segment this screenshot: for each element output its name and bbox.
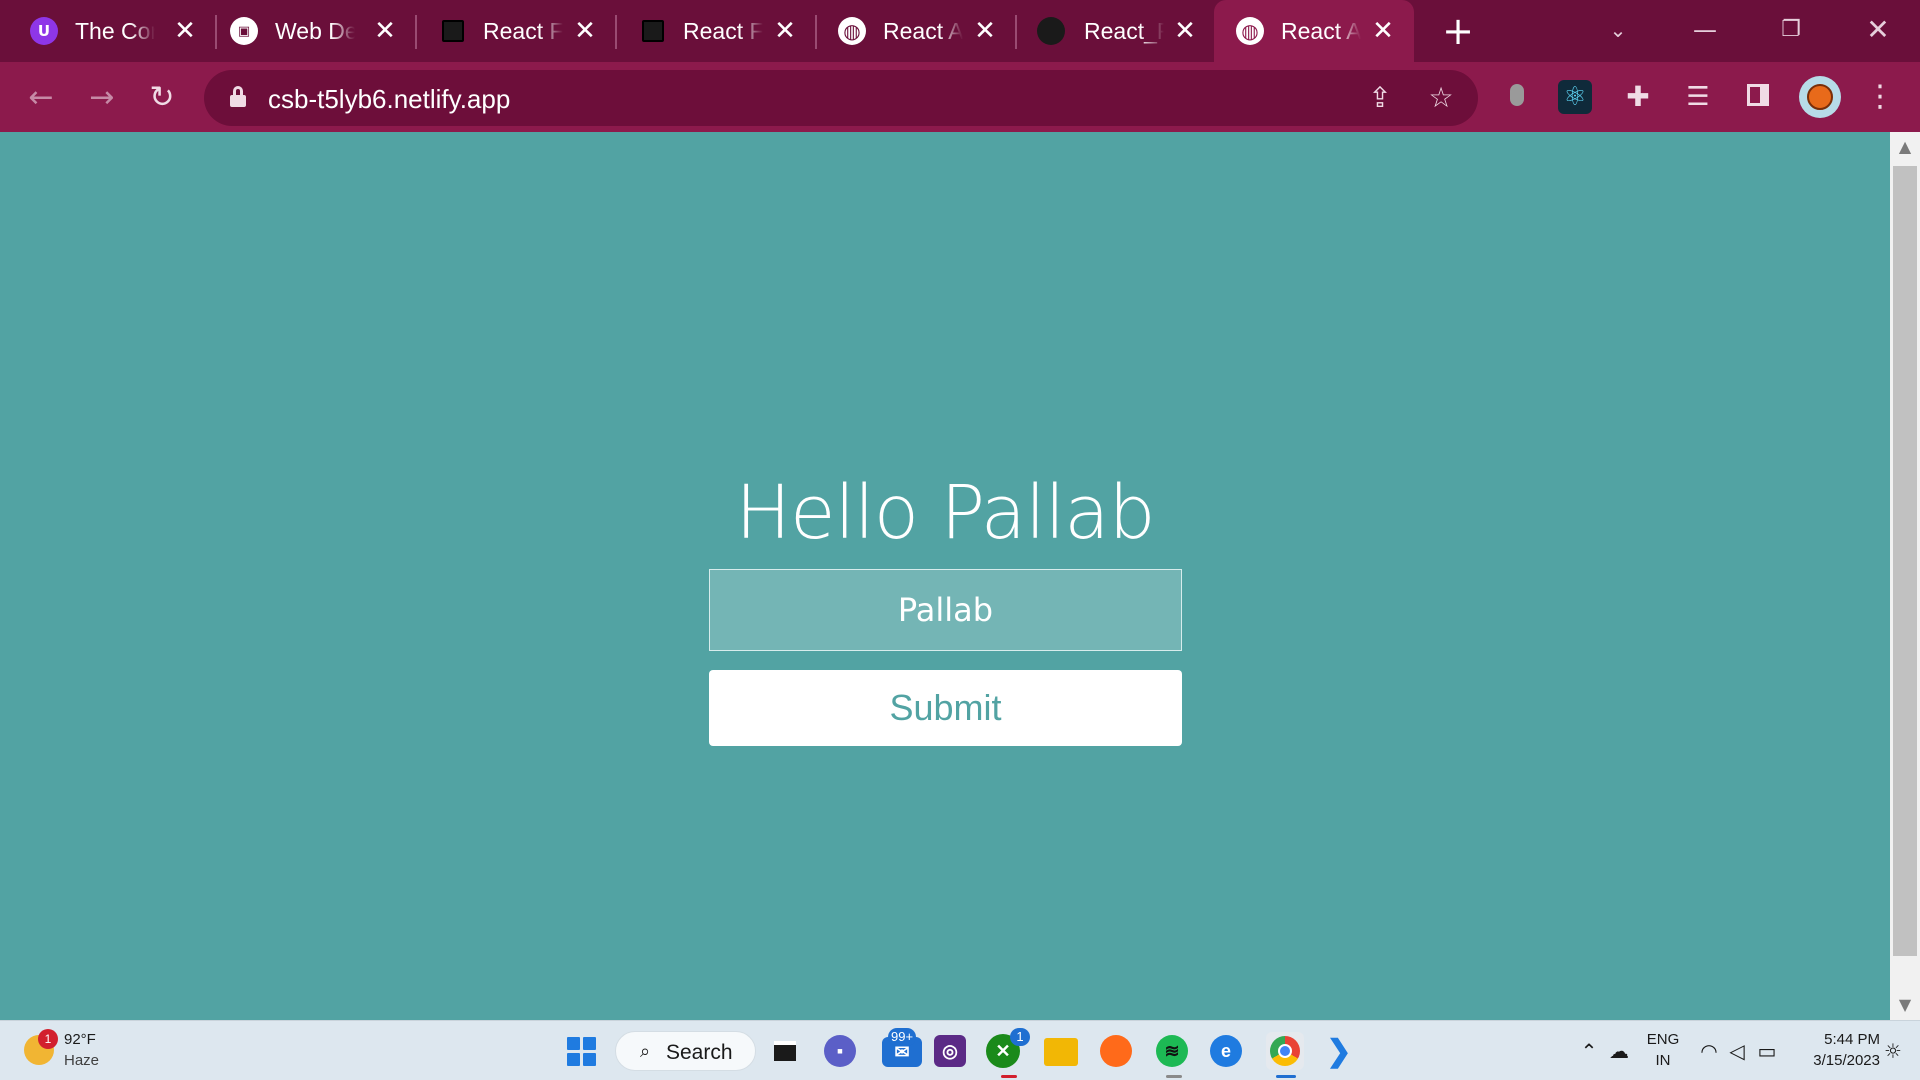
back-icon[interactable]: ← — [22, 79, 60, 117]
language-line1[interactable]: ENG — [1646, 1031, 1680, 1048]
running-indicator — [1001, 1075, 1017, 1078]
file-explorer-icon[interactable] — [1044, 1038, 1078, 1066]
chrome-icon[interactable] — [1266, 1032, 1304, 1070]
new-tab-button[interactable]: + — [1438, 12, 1478, 52]
basketball-icon — [1807, 84, 1833, 110]
scrollbar-thumb[interactable] — [1893, 166, 1917, 956]
search-label: Search — [666, 1041, 733, 1064]
side-panel-icon[interactable] — [1738, 77, 1778, 117]
close-tab-icon[interactable]: ✕ — [168, 14, 202, 48]
profile-avatar[interactable] — [1799, 76, 1841, 118]
name-input[interactable] — [709, 569, 1182, 651]
upgrad-icon: U — [30, 17, 58, 45]
battery-icon[interactable]: ▭ — [1754, 1038, 1780, 1064]
clock-date[interactable]: 3/15/2023 — [1790, 1052, 1880, 1069]
running-indicator — [1276, 1075, 1296, 1078]
scroll-up-icon[interactable]: ▲ — [1890, 132, 1920, 162]
volume-icon[interactable]: ◁ — [1724, 1038, 1750, 1064]
taskbar-search[interactable]: ⌕ Search — [615, 1031, 756, 1071]
weather-condition[interactable]: Haze — [64, 1052, 99, 1069]
vscode-icon[interactable]: ❯ — [1320, 1032, 1358, 1070]
tab-strip: U The Cor ✕ ▣ Web De ✕ React Fo ✕ React … — [0, 0, 1920, 62]
tab-title: React A — [1281, 18, 1361, 44]
minimize-icon[interactable]: — — [1685, 10, 1725, 50]
wifi-icon[interactable]: ◠ — [1696, 1038, 1722, 1064]
tab-title: React Fo — [683, 18, 763, 44]
tab-react-f-github[interactable]: React_F ✕ — [1000, 0, 1210, 62]
forward-icon[interactable]: → — [83, 79, 121, 117]
tab-react-fo-2[interactable]: React Fo ✕ — [600, 0, 800, 62]
close-tab-icon[interactable]: ✕ — [568, 14, 602, 48]
edge-icon[interactable]: e — [1210, 1035, 1242, 1067]
tab-react-ap[interactable]: ◍ React Ap ✕ — [800, 0, 1000, 62]
reload-icon[interactable]: ↻ — [143, 79, 181, 117]
notifications-icon[interactable]: ☼ — [1880, 1038, 1906, 1064]
close-tab-icon[interactable]: ✕ — [1366, 14, 1400, 48]
weather-temperature[interactable]: 92°F — [64, 1031, 96, 1048]
tab-title: React_F — [1084, 18, 1164, 44]
tab-web-de[interactable]: ▣ Web De ✕ — [200, 0, 400, 62]
close-tab-icon[interactable]: ✕ — [368, 14, 402, 48]
tab-title: The Cor — [75, 18, 155, 44]
beer-mug-icon: ▣ — [230, 17, 258, 45]
codesandbox-icon — [442, 20, 464, 42]
media-control-icon[interactable]: ☰ — [1678, 77, 1718, 117]
close-tab-icon[interactable]: ✕ — [768, 14, 802, 48]
menu-kebab-icon[interactable]: ⋮ — [1860, 77, 1900, 117]
tab-react-fo-1[interactable]: React Fo ✕ — [400, 0, 600, 62]
tab-title: Web De — [275, 18, 355, 44]
address-bar[interactable]: csb-t5lyb6.netlify.app ⇪ ☆ — [204, 70, 1478, 126]
submit-button[interactable]: Submit — [709, 670, 1182, 746]
tab-the-cor[interactable]: U The Cor ✕ — [0, 0, 200, 62]
mail-badge: 99+ — [888, 1028, 917, 1046]
globe-icon: ◍ — [1236, 17, 1264, 45]
url-text[interactable]: csb-t5lyb6.netlify.app — [268, 84, 510, 115]
restore-icon[interactable]: ❐ — [1771, 10, 1811, 50]
page-content: Hello Pallab Submit — [0, 132, 1890, 1020]
tab-react-a-active[interactable]: ◍ React A ✕ — [1214, 0, 1414, 62]
spotify-icon[interactable]: ≋ — [1156, 1035, 1188, 1067]
windows-logo-icon — [566, 1036, 596, 1066]
react-devtools-icon[interactable]: ⚛ — [1558, 80, 1592, 114]
globe-icon: ◍ — [838, 17, 866, 45]
github-icon — [1037, 17, 1065, 45]
tab-title: React Fo — [483, 18, 563, 44]
tab-title: React Ap — [883, 18, 963, 44]
extension-mouse-icon[interactable] — [1497, 77, 1537, 117]
teams-chat-icon[interactable]: ▪ — [824, 1035, 856, 1067]
clock-time[interactable]: 5:44 PM — [1790, 1031, 1880, 1048]
tab-search-icon[interactable]: ⌄ — [1598, 10, 1638, 50]
vertical-scrollbar[interactable]: ▲ ▼ — [1890, 132, 1920, 1020]
codesandbox-icon — [642, 20, 664, 42]
show-hidden-icons-icon[interactable]: ⌃ — [1576, 1038, 1602, 1064]
running-indicator — [1166, 1075, 1182, 1078]
bookmark-star-icon[interactable]: ☆ — [1423, 80, 1459, 116]
task-view-icon[interactable] — [766, 1032, 804, 1070]
share-icon[interactable]: ⇪ — [1362, 80, 1398, 116]
start-button[interactable] — [562, 1032, 600, 1070]
close-tab-icon[interactable]: ✕ — [968, 14, 1002, 48]
onedrive-icon[interactable]: ☁ — [1606, 1038, 1632, 1064]
xbox-badge: 1 — [1010, 1028, 1030, 1046]
windows-taskbar: 1 92°F Haze ⌕ Search ▪ ✉ 99+ ◎ ✕ 1 ≋ e ❯… — [0, 1020, 1920, 1080]
proton-vpn-icon[interactable]: ◎ — [934, 1035, 966, 1067]
language-line2[interactable]: IN — [1646, 1052, 1680, 1069]
scroll-down-icon[interactable]: ▼ — [1890, 990, 1920, 1020]
browser-toolbar: ← → ↻ csb-t5lyb6.netlify.app ⇪ ☆ ⚛ ✚ ☰ ⋮ — [0, 62, 1920, 132]
search-icon: ⌕ — [640, 1041, 651, 1062]
lock-icon[interactable] — [230, 86, 246, 108]
extensions-puzzle-icon[interactable]: ✚ — [1618, 77, 1658, 117]
firefox-icon[interactable] — [1100, 1035, 1132, 1067]
close-window-icon[interactable]: ✕ — [1858, 10, 1898, 50]
close-tab-icon[interactable]: ✕ — [1168, 14, 1202, 48]
weather-badge: 1 — [38, 1029, 58, 1049]
greeting-heading: Hello Pallab — [735, 470, 1155, 556]
